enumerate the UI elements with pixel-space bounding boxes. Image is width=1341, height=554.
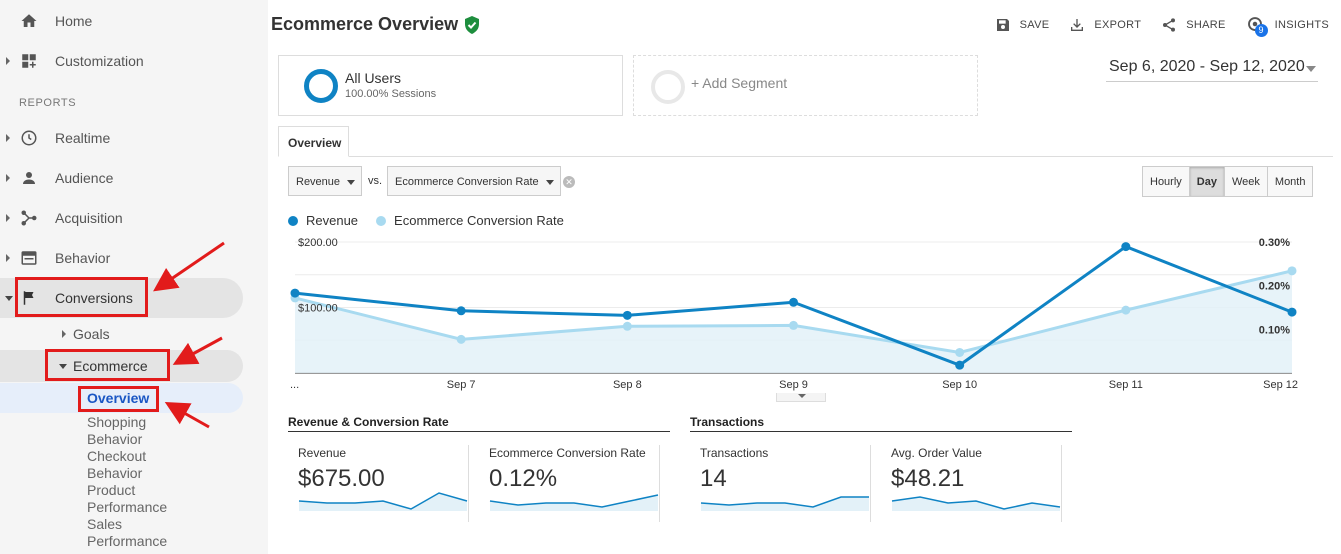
- sparkline: [489, 494, 659, 511]
- scorecard-value: 14: [700, 465, 727, 492]
- export-button[interactable]: EXPORT: [1069, 14, 1141, 36]
- metric-secondary-label: Ecommerce Conversion Rate: [395, 176, 539, 188]
- share-button[interactable]: SHARE: [1161, 14, 1225, 36]
- save-button[interactable]: SAVE: [995, 14, 1050, 36]
- scorecard-value: 0.12%: [489, 465, 558, 492]
- legend-label: Ecommerce Conversion Rate: [394, 213, 564, 228]
- chevron-down-icon: [546, 180, 554, 185]
- page-title-wrap: Ecommerce Overview: [271, 14, 480, 35]
- y-tick-label-right: 0.10%: [1259, 324, 1290, 336]
- empty-segment-ring-icon: [651, 70, 685, 104]
- date-range-text: Sep 6, 2020 - Sep 12, 2020: [1109, 58, 1305, 75]
- export-label: EXPORT: [1094, 19, 1142, 31]
- sparkline: [891, 496, 1061, 511]
- add-segment-label: + Add Segment: [691, 75, 788, 91]
- sidebar: Home Customization REPORTS Realtime Audi…: [0, 0, 268, 554]
- data-point-conversion: [955, 347, 965, 357]
- vs-label: vs.: [368, 175, 383, 187]
- segment-all-users[interactable]: All Users 100.00% Sessions: [278, 55, 623, 116]
- scorecard-value: $48.21: [891, 465, 965, 492]
- scorecard-group-revenue-title: Revenue & Conversion Rate: [288, 415, 670, 432]
- export-icon: [1071, 19, 1084, 31]
- metric-primary-label: Revenue: [296, 176, 341, 188]
- y-tick-label-left: $200.00: [298, 237, 338, 249]
- add-segment-button[interactable]: + Add Segment: [633, 55, 978, 116]
- annotation-arrows: [153, 241, 225, 429]
- legend-label: Revenue: [306, 213, 359, 228]
- data-point-conversion: [1287, 266, 1297, 276]
- tab-divider: [278, 156, 1333, 157]
- sparkline-area: [701, 497, 869, 511]
- data-point-revenue: [789, 297, 798, 307]
- granularity-toggle: Hourly Day Week Month: [1142, 166, 1314, 197]
- toolbar: SAVE EXPORT SHARE 9 INSIGHTS: [995, 14, 1329, 37]
- legend-item-revenue[interactable]: Revenue: [288, 213, 358, 228]
- x-tick-label: Sep 10: [942, 379, 977, 391]
- x-tick-label: Sep 9: [779, 379, 808, 391]
- line-chart: $200.00 $100.00 0.30% 0.20% 0.10%... Sep 7 Sep…: [290, 237, 1298, 391]
- granularity-day[interactable]: Day: [1189, 167, 1225, 196]
- chevron-down-icon: [347, 180, 355, 185]
- legend-dot: [288, 216, 298, 226]
- scorecard-transactions[interactable]: Transactions 14: [690, 445, 871, 522]
- x-tick-label: Sep 11: [1109, 379, 1143, 391]
- scorecard-avg-order-value[interactable]: Avg. Order Value $48.21: [881, 445, 1062, 522]
- scorecard-value: $675.00: [298, 465, 385, 492]
- data-point-revenue: [456, 306, 466, 316]
- x-tick-label: Sep 8: [613, 379, 642, 391]
- segment-sub: 100.00% Sessions: [345, 88, 437, 100]
- save-label: SAVE: [1019, 19, 1050, 31]
- share-label: SHARE: [1186, 19, 1226, 31]
- legend-dot: [376, 216, 387, 226]
- data-point-revenue: [1121, 242, 1131, 252]
- sparkline-area: [299, 493, 467, 511]
- segment-ring-icon: [304, 69, 338, 103]
- scorecard-label: Transactions: [700, 446, 769, 460]
- y-tick-label-right: 0.20%: [1259, 281, 1290, 293]
- insights-badge: 9: [1254, 24, 1268, 37]
- data-point-revenue: [1287, 307, 1297, 317]
- verified-shield-icon: [465, 15, 480, 34]
- share-icon: [1163, 18, 1176, 32]
- metric-select-secondary[interactable]: Ecommerce Conversion Rate: [387, 166, 561, 196]
- data-point-revenue: [955, 360, 965, 370]
- data-point-conversion: [622, 321, 632, 331]
- x-tick-label: Sep 12: [1263, 379, 1298, 391]
- y-tick-label-right: 0.30%: [1259, 237, 1290, 249]
- sparkline: [298, 492, 468, 511]
- sparkline: [700, 496, 869, 511]
- segment-name: All Users: [345, 70, 402, 86]
- granularity-week[interactable]: Week: [1224, 167, 1268, 196]
- metric-select-primary[interactable]: Revenue: [288, 166, 362, 196]
- data-point-revenue: [290, 288, 300, 298]
- tab-overview[interactable]: Overview: [278, 126, 349, 157]
- y-tick-label-left: $100.00: [298, 303, 338, 315]
- scorecard-label: Avg. Order Value: [891, 446, 982, 460]
- insights-label: INSIGHTS: [1274, 19, 1329, 31]
- data-point-revenue: [622, 310, 632, 320]
- x-tick-label: ...: [290, 379, 299, 391]
- data-point-conversion: [789, 320, 798, 330]
- x-tick-label: Sep 7: [447, 379, 476, 391]
- scorecard-conversion-rate[interactable]: Ecommerce Conversion Rate 0.12%: [479, 445, 660, 522]
- chevron-down-icon: [1306, 66, 1316, 72]
- granularity-month[interactable]: Month: [1267, 167, 1313, 196]
- legend-item-conversion[interactable]: Ecommerce Conversion Rate: [376, 213, 564, 228]
- scorecard-revenue[interactable]: Revenue $675.00: [288, 445, 469, 522]
- data-point-conversion: [456, 334, 466, 344]
- chart-legend: Revenue Ecommerce Conversion Rate: [288, 213, 564, 228]
- scorecard-label: Ecommerce Conversion Rate: [489, 446, 646, 460]
- insights-icon: 9: [1246, 15, 1268, 37]
- page-title: Ecommerce Overview: [271, 14, 459, 34]
- insights-button[interactable]: 9 INSIGHTS: [1246, 14, 1329, 37]
- clear-metric-icon[interactable]: ✕: [563, 176, 575, 188]
- scorecard-label: Revenue: [298, 446, 347, 460]
- scorecard-group-transactions-title: Transactions: [690, 415, 1072, 432]
- data-point-conversion: [1121, 305, 1131, 315]
- chart-collapse-handle[interactable]: [776, 393, 826, 402]
- save-icon: [996, 19, 1009, 31]
- date-range-picker[interactable]: Sep 6, 2020 - Sep 12, 2020: [1106, 58, 1318, 82]
- granularity-hourly[interactable]: Hourly: [1143, 167, 1190, 196]
